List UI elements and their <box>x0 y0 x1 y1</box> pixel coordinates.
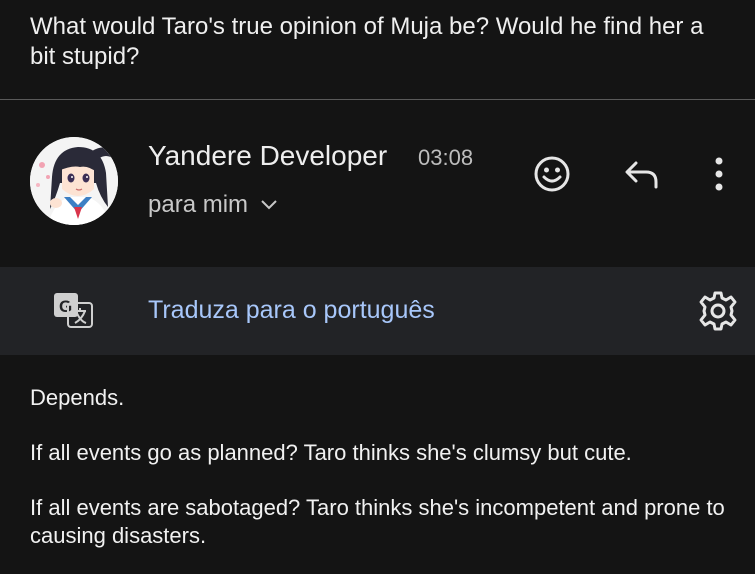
recipient-dropdown[interactable]: para mim <box>148 189 278 221</box>
email-timestamp: 03:08 <box>418 145 474 170</box>
translate-settings-button[interactable] <box>697 290 739 332</box>
translate-icon: G <box>54 293 93 328</box>
question-text: What would Taro's true opinion of Muja b… <box>30 13 704 70</box>
body-paragraph: If all events are sabotaged? Taro thinks… <box>30 495 725 548</box>
svg-text:G: G <box>59 297 72 316</box>
emoji-smile-icon <box>534 156 570 192</box>
sender-avatar[interactable] <box>30 137 118 225</box>
more-vertical-icon <box>715 157 723 191</box>
more-options-button[interactable] <box>704 152 734 196</box>
sender-name[interactable]: Yandere Developer <box>148 139 387 173</box>
recipient-label: para mim <box>148 191 249 218</box>
reply-button[interactable] <box>620 154 664 194</box>
translate-link[interactable]: Traduza para o português <box>148 295 435 325</box>
email-thread-screen: What would Taro's true opinion of Muja b… <box>0 0 755 574</box>
add-reaction-button[interactable] <box>530 152 574 196</box>
gear-icon <box>699 291 737 331</box>
body-paragraph: If all events go as planned? Taro thinks… <box>30 440 632 465</box>
chevron-down-icon <box>261 200 277 210</box>
divider <box>0 99 755 100</box>
reply-arrow-icon <box>625 161 658 189</box>
body-paragraph: Depends. <box>30 385 125 410</box>
anime-girl-avatar-icon <box>30 137 118 225</box>
